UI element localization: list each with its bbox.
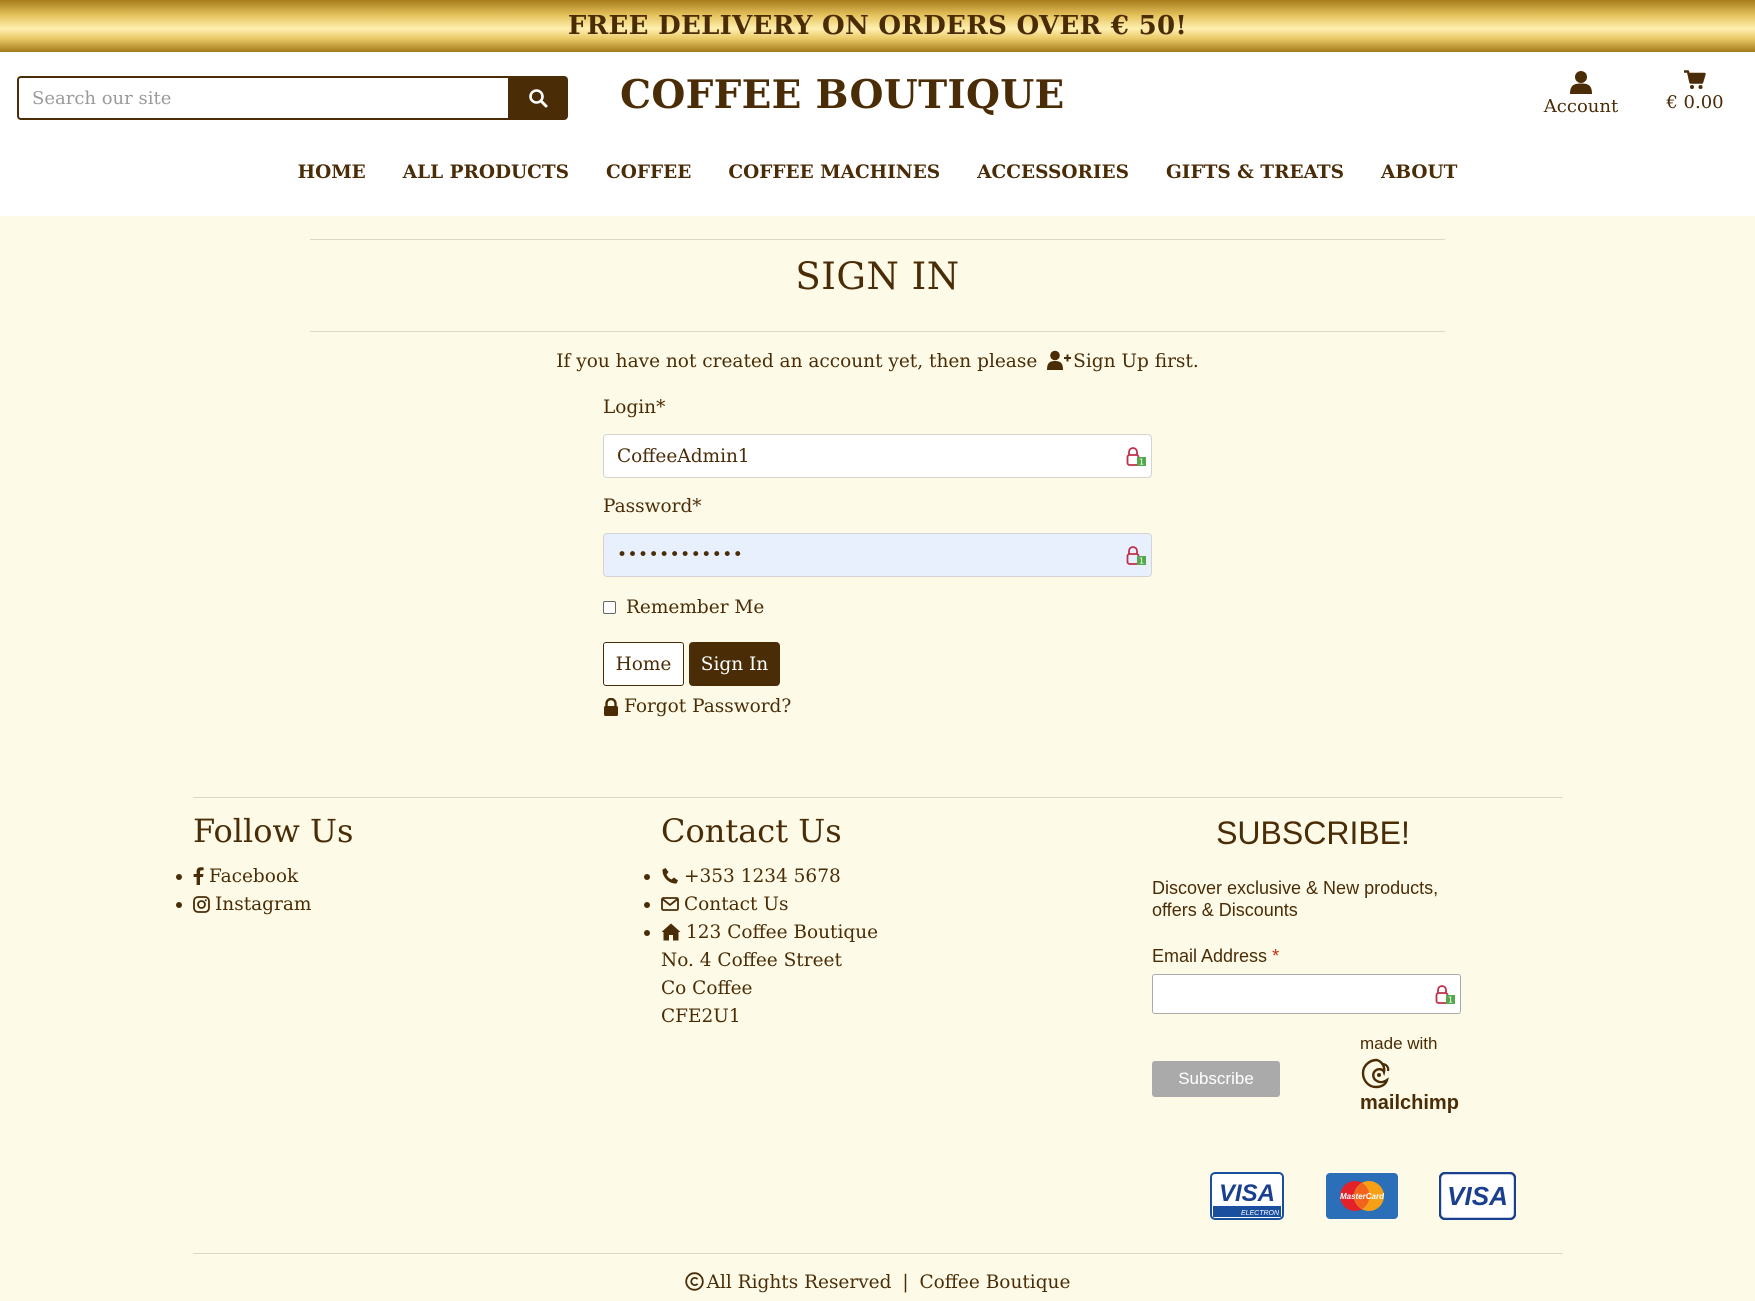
nav-gifts-treats[interactable]: GIFTS & TREATS	[1166, 162, 1344, 183]
cart-icon	[1684, 70, 1706, 89]
user-plus-icon	[1047, 350, 1072, 370]
cart-total: € 0.00	[1666, 92, 1724, 113]
password-input[interactable]: •••••••••••• 1	[603, 533, 1152, 577]
forgot-password-link[interactable]: Forgot Password?	[603, 696, 791, 717]
signup-prompt-prefix: If you have not created an account yet, …	[556, 351, 1038, 372]
address-line-1: 123 Coffee Boutique	[686, 921, 879, 943]
search-input[interactable]	[17, 76, 508, 120]
instagram-label: Instagram	[215, 893, 312, 915]
required-marker: *	[1272, 946, 1280, 966]
home-button[interactable]: Home	[603, 642, 684, 686]
forgot-password-label: Forgot Password?	[624, 696, 792, 717]
facebook-link[interactable]: Facebook	[175, 862, 311, 890]
signup-prompt-suffix: first.	[1154, 351, 1199, 372]
facebook-icon	[193, 867, 204, 885]
remember-me-checkbox[interactable]	[603, 601, 616, 614]
svg-text:1: 1	[1448, 996, 1453, 1005]
title-rule-top	[310, 239, 1445, 240]
contact-link-label: Contact Us	[684, 893, 789, 915]
lock-icon	[604, 697, 618, 716]
footer-rule-bottom	[193, 1253, 1563, 1254]
phone-icon	[662, 868, 678, 884]
follow-us-list: Facebook Instagram	[175, 862, 312, 918]
copyright: All Rights Reserved | Coffee Boutique	[0, 1272, 1755, 1293]
login-value: CoffeeAdmin1	[617, 445, 750, 467]
mailchimp-badge[interactable]: made with mailchimp	[1360, 1034, 1459, 1115]
mailchimp-logo	[1361, 1058, 1390, 1089]
signup-link-label: Sign Up	[1073, 351, 1149, 372]
address-item: 123 Coffee Boutique	[643, 918, 879, 946]
footer-rule-top	[193, 797, 1563, 798]
visa-card-label: VISA	[1447, 1181, 1508, 1211]
address-line-3: Co Coffee	[661, 977, 753, 999]
search-icon	[529, 89, 548, 108]
password-manager-icon[interactable]: 1	[1125, 545, 1147, 567]
contact-list: +353 1234 5678 Contact Us 123 Coffee Bou…	[643, 862, 879, 1030]
password-manager-icon[interactable]: 1	[1125, 446, 1147, 468]
copyright-separator: |	[902, 1272, 909, 1293]
contact-us-title: Contact Us	[661, 812, 842, 850]
site-logo[interactable]: COFFEE BOUTIQUE	[620, 72, 1065, 118]
search-form	[17, 76, 568, 120]
title-rule-bottom	[310, 331, 1445, 332]
instagram-link[interactable]: Instagram	[175, 890, 312, 918]
address-line-4: CFE2U1	[661, 1005, 741, 1027]
mastercard-label: MasterCard	[1340, 1192, 1385, 1201]
contact-link[interactable]: Contact Us	[643, 890, 878, 918]
site-header: COFFEE BOUTIQUE Account € 0.00 HOME ALL …	[0, 52, 1755, 216]
login-label: Login*	[603, 397, 666, 418]
main-nav: HOME ALL PRODUCTS COFFEE COFFEE MACHINES…	[0, 162, 1755, 183]
visa-electron-sublabel: ELECTRON	[1241, 1210, 1280, 1217]
follow-us-title: Follow Us	[193, 812, 354, 850]
promo-banner-text: FREE DELIVERY ON ORDERS OVER € 50!	[567, 11, 1188, 41]
subscribe-button[interactable]: Subscribe	[1152, 1061, 1280, 1097]
search-button[interactable]	[508, 76, 568, 120]
nav-accessories[interactable]: ACCESSORIES	[977, 162, 1129, 183]
account-label: Account	[1543, 96, 1619, 117]
password-manager-icon[interactable]: 1	[1434, 984, 1456, 1006]
nav-coffee[interactable]: COFFEE	[606, 162, 691, 183]
copyright-brand: Coffee Boutique	[919, 1272, 1071, 1293]
address-line-2: No. 4 Coffee Street	[661, 949, 842, 971]
email-label-text: Email Address	[1152, 946, 1268, 966]
phone-item[interactable]: +353 1234 5678	[643, 862, 878, 890]
remember-me-label: Remember Me	[626, 597, 765, 618]
subscribe-text: Discover exclusive & New products, offer…	[1152, 878, 1439, 920]
mastercard-icon: MasterCard	[1326, 1173, 1398, 1219]
email-input[interactable]: 1	[1152, 974, 1461, 1014]
subscribe-title: SUBSCRIBE!	[1216, 815, 1410, 851]
nav-all-products[interactable]: ALL PRODUCTS	[403, 162, 569, 183]
account-link[interactable]: Account	[1538, 70, 1624, 117]
copyright-icon	[684, 1272, 704, 1291]
visa-card-icon: VISA	[1439, 1172, 1516, 1220]
page-title: SIGN IN	[795, 255, 960, 298]
user-icon	[1570, 71, 1592, 94]
nav-about[interactable]: ABOUT	[1381, 162, 1457, 183]
home-icon	[661, 923, 681, 941]
nav-home[interactable]: HOME	[298, 162, 366, 183]
envelope-icon	[661, 897, 679, 911]
visa-electron-card-label: VISA	[1219, 1180, 1275, 1207]
copyright-text: All Rights Reserved	[706, 1272, 892, 1293]
promo-banner: FREE DELIVERY ON ORDERS OVER € 50!	[0, 0, 1755, 52]
nav-coffee-machines[interactable]: COFFEE MACHINES	[728, 162, 940, 183]
signup-link[interactable]: Sign Up	[1043, 350, 1149, 372]
svg-text:1: 1	[1139, 458, 1144, 467]
sign-in-button[interactable]: Sign In	[689, 642, 780, 686]
remember-me[interactable]: Remember Me	[603, 597, 764, 618]
phone-number: +353 1234 5678	[684, 865, 841, 887]
password-value: ••••••••••••	[617, 545, 744, 565]
mailchimp-label: mailchimp	[1360, 1092, 1459, 1114]
cart-link[interactable]: € 0.00	[1660, 70, 1730, 113]
signup-prompt: If you have not created an account yet, …	[0, 350, 1755, 372]
email-label: Email Address *	[1152, 946, 1279, 967]
instagram-icon	[193, 895, 210, 913]
facebook-label: Facebook	[209, 865, 299, 887]
visa-electron-card-icon: VISA ELECTRON	[1210, 1172, 1284, 1220]
svg-text:1: 1	[1139, 557, 1144, 566]
password-label: Password*	[603, 496, 702, 517]
made-with-label: made with	[1360, 1034, 1438, 1053]
login-input[interactable]: CoffeeAdmin1 1	[603, 434, 1152, 478]
